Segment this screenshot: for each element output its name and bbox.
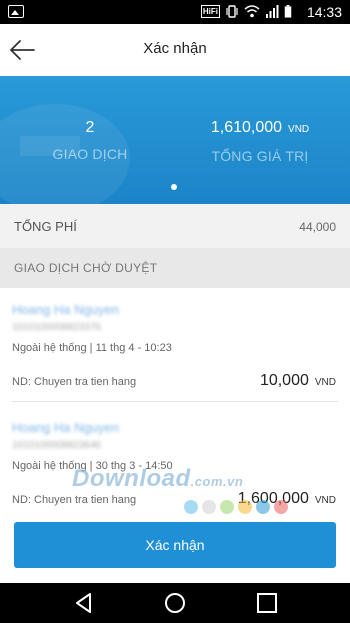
confirm-button[interactable]: Xác nhận [14,522,336,568]
vibrate-icon [226,5,238,18]
recipient-name: Hoang Ha Nguyen [12,420,119,435]
amount-currency: VND [314,377,336,388]
watermark-dot [274,500,288,514]
transaction-amount: 10,000 VND [260,372,336,390]
transaction-item[interactable]: Hoang Ha Nguyen 1010100008823646 Ngoài h… [0,406,350,510]
watermark-suffix: .com.vn [190,474,244,489]
recipient-name: Hoang Ha Nguyen [12,302,119,317]
amount-currency: VND [314,495,336,506]
total-fee-label: TỔNG PHÍ [14,219,77,234]
watermark-dots [184,500,288,514]
image-icon [8,5,24,18]
page-indicator-dot [171,184,177,190]
wifi-icon [244,5,260,18]
watermark-text: Download [72,465,191,492]
status-icons: HiFi [200,5,292,18]
app-bar: Xác nhận [0,24,350,76]
download-watermark: Download.com.vn [72,465,243,493]
transactions-count-stat: 2 GIAO DỊCH [50,118,130,162]
total-value: 1,610,000 VND [200,118,320,140]
watermark-dot [220,500,234,514]
transactions-count: 2 [85,119,95,136]
total-fee-row: TỔNG PHÍ 44,000 [0,204,350,248]
signal-icon [266,5,279,18]
recipient-account: 1010100008823646 [12,440,101,451]
divider [12,401,338,402]
system-nav-bar [0,583,350,623]
battery-icon [284,5,292,18]
watermark-dot [202,500,216,514]
amount-value: 10,000 [259,372,309,389]
page-title: Xác nhận [143,40,207,57]
total-value-label: TỔNG GIÁ TRỊ [211,148,309,164]
pending-section-header: GIAO DỊCH CHỜ DUYỆT [0,248,350,288]
transaction-meta: Ngoài hệ thống | 11 thg 4 - 10:23 [12,342,172,354]
total-fee-value: 44,000 [299,220,336,234]
transaction-item[interactable]: Hoang Ha Nguyen 1010100008823376 Ngoài h… [0,288,350,404]
status-time: 14:33 [306,4,342,20]
total-value-stat: 1,610,000 VND TỔNG GIÁ TRỊ [200,118,320,164]
watermark-dot [184,500,198,514]
total-value-currency: VND [288,124,310,135]
recents-square-icon[interactable] [255,591,279,615]
hifi-icon: HiFi [200,5,220,18]
total-value-amount: 1,610,000 [210,119,283,136]
recipient-account: 1010100008823376 [12,322,101,333]
transaction-note: ND: Chuyen tra tien hang [12,494,137,506]
summary-banner[interactable]: 2 GIAO DỊCH 1,610,000 VND TỔNG GIÁ TRỊ [0,76,350,204]
transactions-label: GIAO DỊCH [52,146,128,162]
watermark-dot [238,500,252,514]
transaction-note: ND: Chuyen tra tien hang [12,376,137,388]
status-bar: HiFi 14:33 [0,0,350,24]
back-triangle-icon[interactable] [72,591,96,615]
watermark-dot [256,500,270,514]
pending-section-title: GIAO DỊCH CHỜ DUYỆT [14,261,158,275]
home-circle-icon[interactable] [163,591,187,615]
